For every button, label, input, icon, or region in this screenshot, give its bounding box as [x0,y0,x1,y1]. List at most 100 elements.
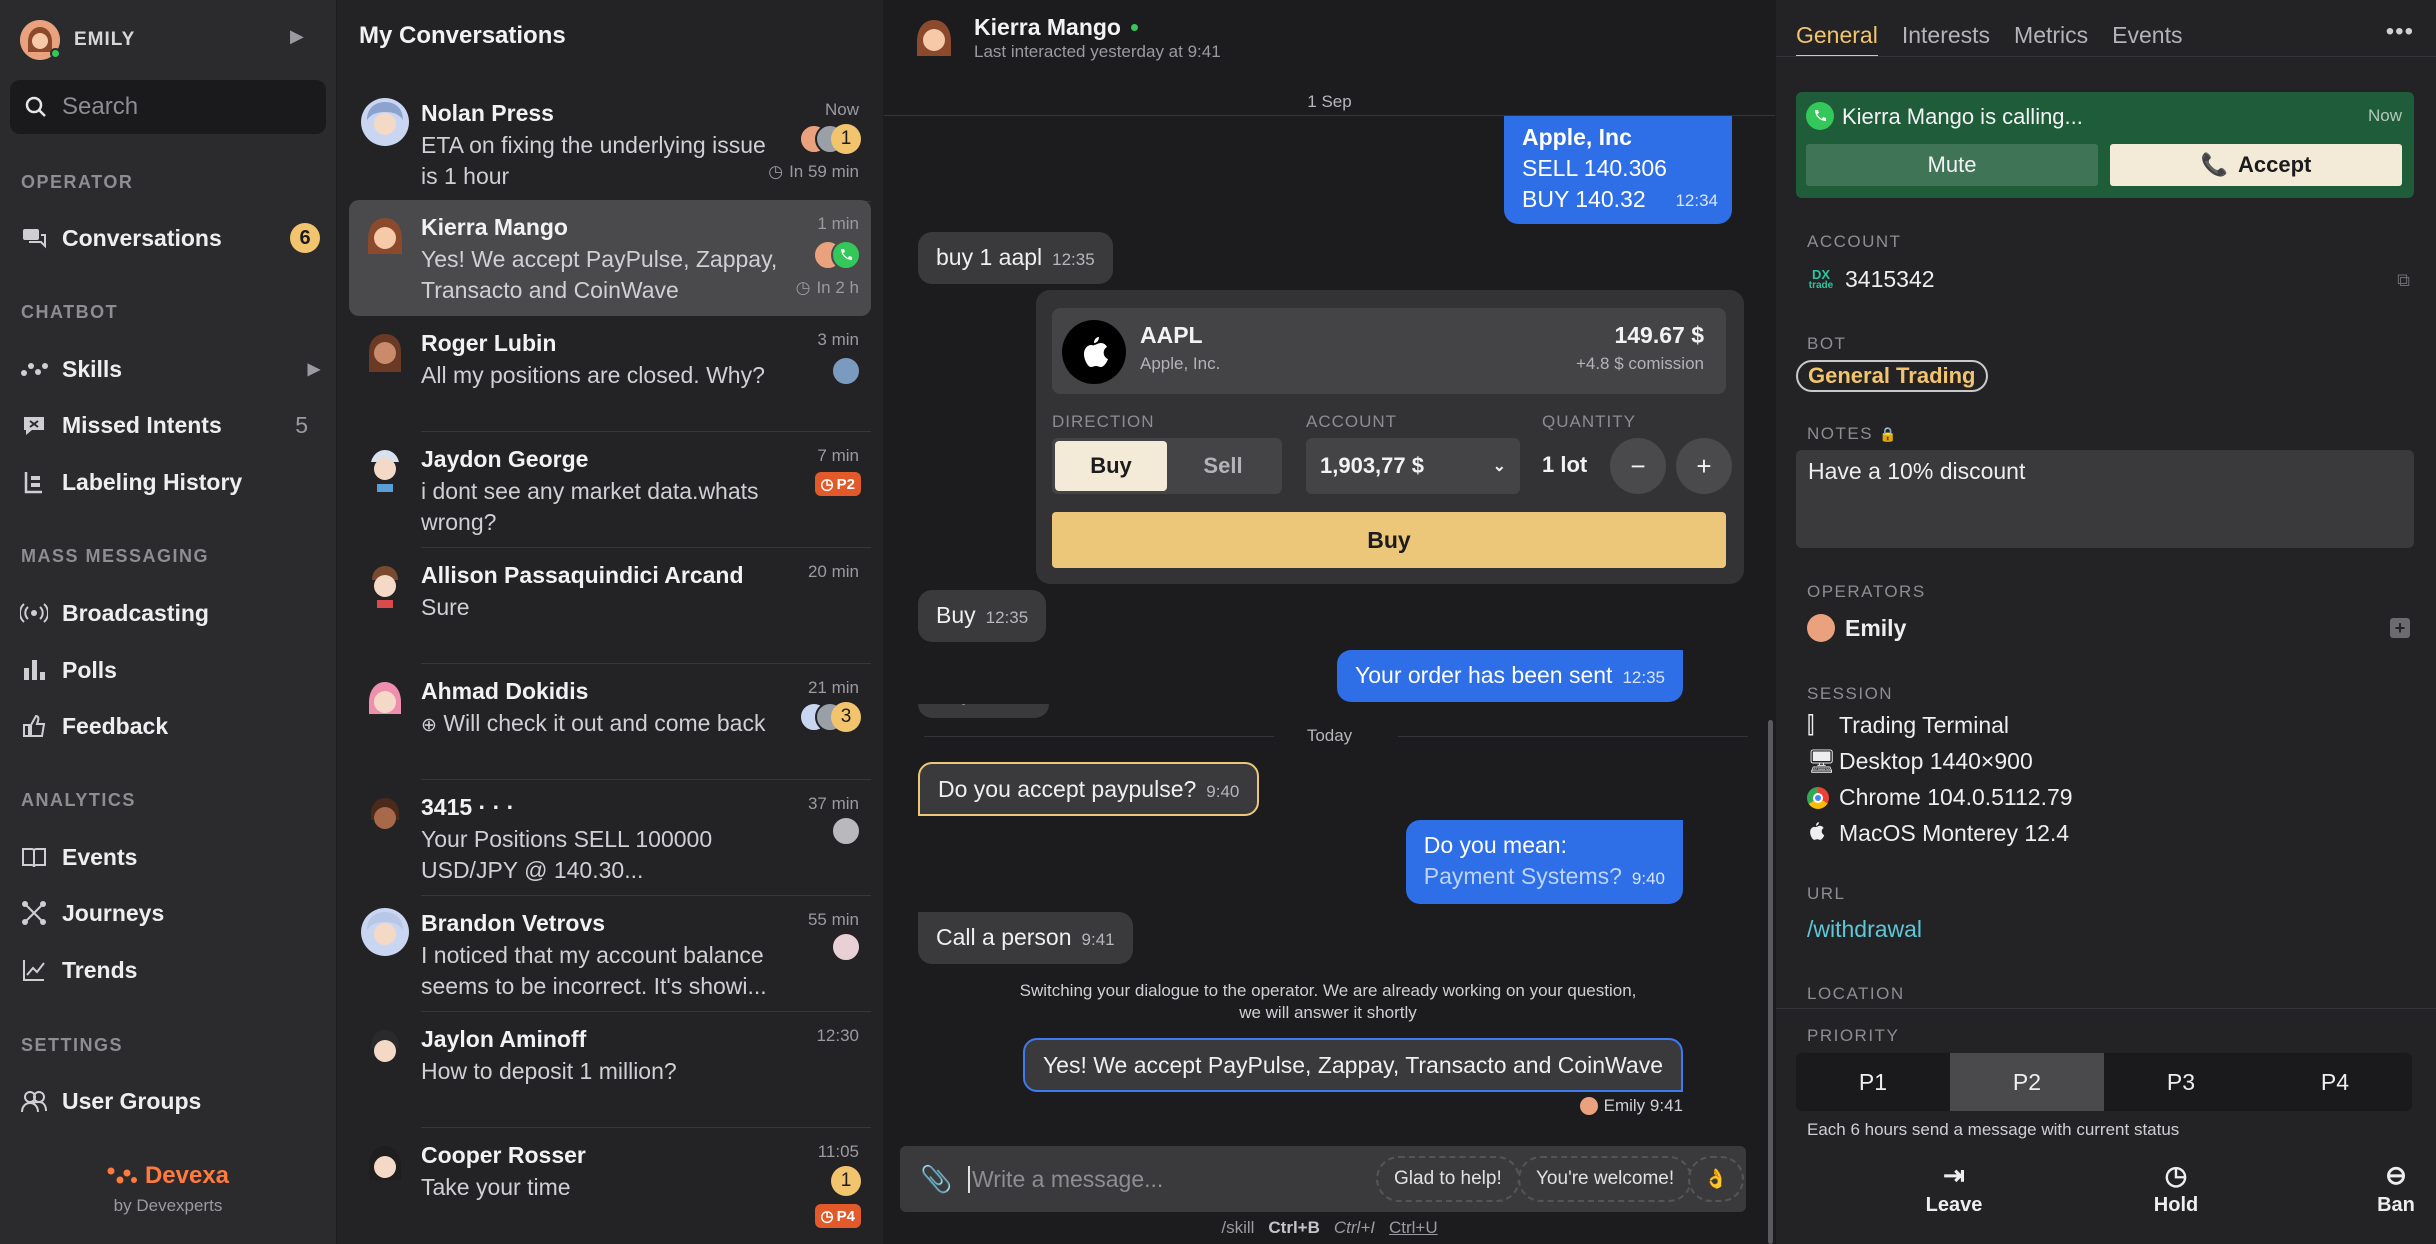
sidebar-item-feedback[interactable]: Feedback [20,708,320,744]
chevron-right-icon[interactable]: ▶ [290,26,304,47]
leave-button[interactable]: ⇥ Leave [1884,1160,2024,1217]
message-author-time: Emily 9:41 [1603,1096,1683,1115]
hold-button[interactable]: ◷ Hold [2106,1160,2246,1217]
sidebar-item-missed-intents[interactable]: Missed Intents 5 [20,407,320,443]
chevron-down-icon: ⌄ [1492,458,1506,475]
system-message: Switching your dialogue to the operator.… [924,980,1732,1024]
account-select[interactable]: 1,903,77 $ ⌄ [1306,438,1520,494]
instrument-symbol: AAPL [1140,322,1203,348]
conversation-item[interactable]: Nolan Press ETA on fixing the underlying… [349,86,871,202]
message-input[interactable]: Write a message... [968,1166,1163,1193]
sidebar-item-broadcasting[interactable]: Broadcasting [20,595,320,631]
conversation-item[interactable]: Jaylon Aminoff How to deposit 1 million?… [349,1012,871,1128]
sidebar-item-events[interactable]: Events [20,839,320,875]
search-icon [25,96,46,117]
quick-reply-welcome[interactable]: You're welcome! [1518,1156,1693,1202]
trends-icon [23,960,45,981]
timestamp: 3 min [817,330,859,349]
conversation-item[interactable]: Roger Lubin All my positions are closed.… [349,316,871,432]
leave-icon: ⇥ [1943,1160,1965,1190]
quantity-minus-button[interactable]: − [1610,438,1666,494]
apple-logo-icon [1062,320,1126,384]
add-operator-icon[interactable]: + [2390,618,2410,638]
direction-sell-button[interactable]: Sell [1167,441,1279,491]
sidebar-item-skills[interactable]: Skills ▶ [20,351,320,387]
suggestion-link[interactable]: Payment Systems? [1424,863,1622,889]
divider [1398,736,1748,737]
last-message: ETA on fixing the underlying issue is 1 … [421,132,766,189]
sidebar-item-labeling-history[interactable]: Labeling History [20,464,320,500]
app: EMILY ▶ Search OPERATOR Conversations 6 … [0,0,2436,1244]
timestamp: 11:05 [817,1142,859,1161]
priority-note: Each 6 hours send a message with current… [1807,1120,2180,1139]
book-icon [22,848,46,868]
conversation-item[interactable]: Ahmad Dokidis ⊕ Will check it out and co… [349,664,871,780]
desktop-icon: 🖥 [1807,748,1837,774]
sidebar-item-label: Trends [62,956,138,983]
timestamp: 1 min [817,214,859,233]
avatar [361,908,409,956]
sidebar-item-label: Feedback [62,712,169,739]
session-item: 🖥 Desktop 1440×900 [1807,748,2033,775]
submit-buy-button[interactable]: Buy [1052,512,1726,568]
sidebar-item-label: User Groups [62,1087,202,1114]
message-time: 12:34 [1675,191,1718,210]
session-item: MacOS Monterey 12.4 [1807,820,2069,847]
phone-icon [831,240,861,270]
priority-p1[interactable]: P1 [1796,1053,1950,1111]
incoming-call-card: Kierra Mango is calling... Now Mute 📞 Acc… [1796,92,2414,198]
direction-buy-button[interactable]: Buy [1055,441,1167,491]
more-options-icon[interactable]: ••• [2386,18,2414,46]
priority-tag-text: P2 [836,475,855,493]
system-message-line: we will answer it shortly [1239,1003,1417,1022]
timestamp: 55 min [807,910,859,929]
priority-p4[interactable]: P4 [2258,1053,2412,1111]
conversation-item-active[interactable]: Kierra Mango Yes! We accept PayPulse, Za… [349,200,871,316]
tab-metrics[interactable]: Metrics [2014,22,2088,57]
sidebar-item-user-groups[interactable]: User Groups [20,1083,320,1119]
message-incoming: buy 1 aapl 12:35 [918,232,1113,284]
ban-button[interactable]: ⊖ Ban [2326,1160,2436,1217]
bot-tag[interactable]: General Trading [1796,360,1988,392]
search-input[interactable]: Search [10,80,326,134]
priority-p3[interactable]: P3 [2104,1053,2258,1111]
last-message: All my positions are closed. Why? [421,362,765,388]
paperclip-icon[interactable]: 📎 [920,1164,952,1195]
mute-button[interactable]: Mute [1806,144,2098,186]
quick-reply-ok[interactable]: 👌 [1688,1156,1744,1202]
sidebar-item-journeys[interactable]: Journeys [20,895,320,931]
tab-general[interactable]: General [1796,22,1878,57]
chat-scrollbar[interactable] [1768,720,1773,1244]
url-link[interactable]: /withdrawal [1807,916,1922,943]
conversation-item[interactable]: 3415 · · · Your Positions SELL 100000 US… [349,780,871,896]
avatar [1807,614,1835,642]
message-text: Do you accept paypulse? [938,776,1197,802]
sidebar-item-polls[interactable]: Polls [20,652,320,688]
quick-reply-glad[interactable]: Glad to help! [1376,1156,1520,1202]
sidebar-item-label: Labeling History [62,468,243,495]
priority-p2[interactable]: P2 [1950,1053,2104,1111]
sidebar-item-conversations[interactable]: Conversations 6 [20,220,320,256]
user-menu[interactable]: EMILY [20,20,135,60]
conversation-item[interactable]: Brandon Vetrovs I noticed that my accoun… [349,896,871,1012]
contact-name: Allison Passaquindici Arcand [421,562,744,588]
copy-icon[interactable]: ⧉ [2397,270,2410,291]
message-outgoing: Do you mean: Payment Systems? 9:40 [1405,820,1683,904]
notes-field[interactable]: Have a 10% discount [1796,450,2414,548]
due-indicator: ◷ In 59 min [768,162,859,182]
conversation-item[interactable]: Jaydon George i dont see any market data… [349,432,871,548]
contact-name: Roger Lubin [421,330,557,356]
accept-button[interactable]: 📞 Accept [2110,144,2402,186]
accept-label: Accept [2238,152,2312,177]
avatar [917,20,951,56]
chevron-right-icon: ▶ [307,361,320,378]
sidebar-item-trends[interactable]: Trends [20,952,320,988]
session-text: MacOS Monterey 12.4 [1839,820,2070,846]
contact-name: Nolan Press [421,100,554,126]
tab-interests[interactable]: Interests [1902,22,1990,57]
tab-events[interactable]: Events [2112,22,2182,57]
participant-avatar [831,932,861,962]
conversation-item[interactable]: Cooper Rosser Take your time 11:05 1 ◷ P4 [349,1128,871,1244]
quantity-plus-button[interactable]: + [1676,438,1732,494]
conversation-item[interactable]: Allison Passaquindici Arcand Sure 20 min [349,548,871,664]
